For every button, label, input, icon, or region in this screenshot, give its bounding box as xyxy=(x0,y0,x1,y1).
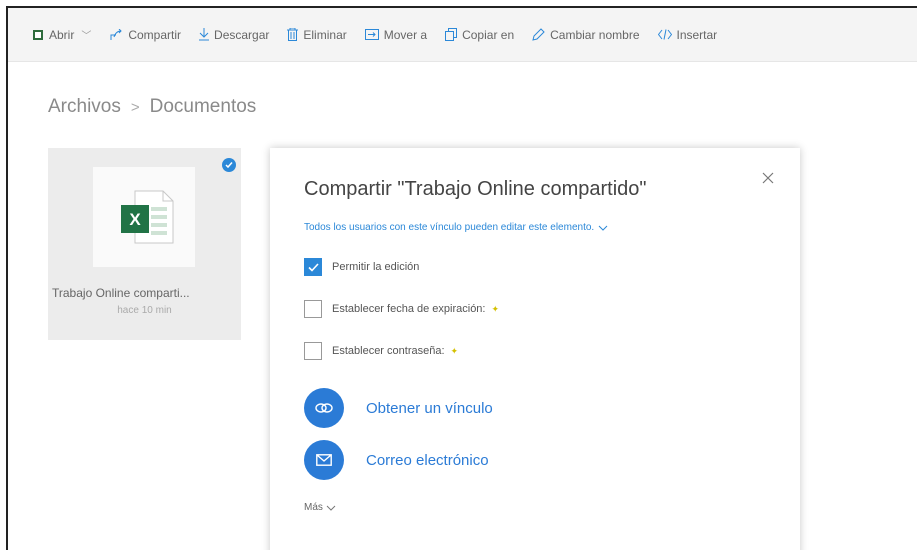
delete-button[interactable]: Eliminar xyxy=(287,27,347,42)
allow-edit-option[interactable]: Permitir la edición xyxy=(304,258,419,276)
checkmark-icon xyxy=(307,262,319,272)
open-icon xyxy=(33,29,43,40)
chevron-down-icon xyxy=(326,505,336,511)
rename-button[interactable]: Cambiar nombre xyxy=(532,27,640,42)
password-option[interactable]: Establecer contraseña: ✦ xyxy=(304,342,458,360)
more-label: Más xyxy=(304,502,323,513)
breadcrumb-root[interactable]: Archivos xyxy=(48,96,121,118)
open-label: Abrir xyxy=(49,27,75,42)
email-button[interactable]: Correo electrónico xyxy=(304,440,489,480)
pencil-icon xyxy=(532,28,545,41)
onedrive-window: Abrir ﹀ Compartir Descargar Eliminar Mov… xyxy=(6,6,917,550)
breadcrumb: Archivos > Documentos xyxy=(48,96,256,118)
file-thumbnail: X xyxy=(93,167,195,267)
delete-label: Eliminar xyxy=(303,27,347,42)
email-label: Correo electrónico xyxy=(366,451,489,469)
expiration-checkbox[interactable] xyxy=(304,300,322,318)
command-bar: Abrir ﹀ Compartir Descargar Eliminar Mov… xyxy=(8,8,917,62)
embed-button[interactable]: Insertar xyxy=(657,27,718,42)
download-button[interactable]: Descargar xyxy=(199,28,269,42)
move-label: Mover a xyxy=(383,27,428,42)
move-icon xyxy=(364,29,379,40)
allow-edit-checkbox[interactable] xyxy=(304,258,322,276)
open-button[interactable]: Abrir ﹀ xyxy=(32,27,91,42)
link-permissions-text: Todos los usuarios con este vínculo pued… xyxy=(304,222,595,233)
mail-icon xyxy=(304,440,344,480)
selected-check-icon[interactable] xyxy=(222,158,236,172)
download-icon xyxy=(199,28,210,41)
dialog-title: Compartir "Trabajo Online compartido" xyxy=(304,178,647,200)
password-checkbox[interactable] xyxy=(304,342,322,360)
chevron-down-icon: ﹀ xyxy=(81,31,92,42)
link-permissions-dropdown[interactable]: Todos los usuarios con este vínculo pued… xyxy=(304,222,608,233)
file-name[interactable]: Trabajo Online comparti... xyxy=(52,286,238,300)
close-icon xyxy=(762,172,774,184)
trash-icon xyxy=(287,28,299,41)
breadcrumb-current: Documentos xyxy=(149,96,257,117)
file-modified-time: hace 10 min xyxy=(117,305,172,316)
premium-star-icon: ✦ xyxy=(491,303,500,314)
password-label: Establecer contraseña: xyxy=(332,345,445,357)
expiration-label: Establecer fecha de expiración: xyxy=(332,303,486,315)
embed-label: Insertar xyxy=(676,27,718,42)
breadcrumb-separator: > xyxy=(130,98,140,116)
copy-button[interactable]: Copiar en xyxy=(445,28,514,42)
download-label: Descargar xyxy=(214,27,270,42)
chevron-down-icon xyxy=(598,225,608,231)
excel-file-icon: X xyxy=(121,190,174,244)
copy-icon xyxy=(445,28,458,41)
move-button[interactable]: Mover a xyxy=(364,27,428,42)
expiration-option[interactable]: Establecer fecha de expiración: ✦ xyxy=(304,300,499,318)
more-options-button[interactable]: Más xyxy=(304,502,336,513)
close-button[interactable] xyxy=(760,170,776,186)
get-link-label: Obtener un vínculo xyxy=(366,399,493,417)
link-icon xyxy=(304,388,344,428)
svg-text:X: X xyxy=(129,210,141,229)
share-icon xyxy=(110,28,123,40)
share-dialog: Compartir "Trabajo Online compartido" To… xyxy=(270,148,800,550)
copy-label: Copiar en xyxy=(462,27,515,42)
allow-edit-label: Permitir la edición xyxy=(332,261,420,273)
get-link-button[interactable]: Obtener un vínculo xyxy=(304,388,493,428)
share-button[interactable]: Compartir xyxy=(109,28,181,42)
rename-label: Cambiar nombre xyxy=(550,27,640,42)
file-tile[interactable]: X Trabajo Online comparti... hace 10 min xyxy=(48,148,241,340)
premium-star-icon: ✦ xyxy=(450,345,459,356)
share-label: Compartir xyxy=(128,27,182,42)
embed-icon xyxy=(657,29,672,40)
